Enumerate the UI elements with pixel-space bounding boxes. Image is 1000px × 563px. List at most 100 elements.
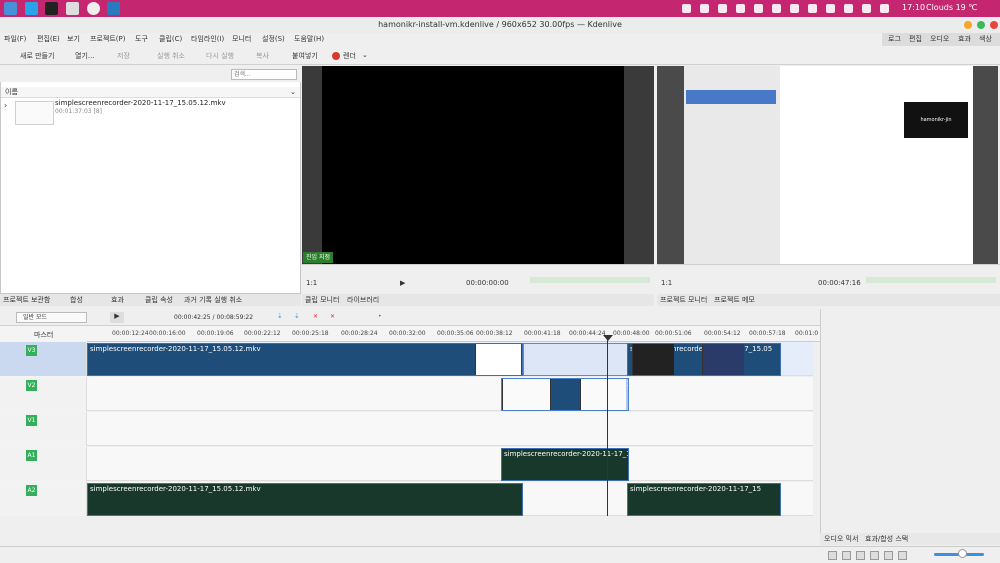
marker-icon[interactable]: • bbox=[378, 313, 382, 320]
paste-button[interactable]: 붙여넣기 bbox=[292, 51, 318, 61]
menu-clip[interactable]: 클립(C) bbox=[159, 34, 182, 44]
ruler-tick: 00:00:44:24 bbox=[569, 330, 606, 337]
tab-library[interactable]: 라이브러리 bbox=[347, 294, 379, 306]
camera-icon[interactable] bbox=[87, 2, 100, 15]
clip-monitor-timecode[interactable]: 00:00:00:00 bbox=[466, 279, 509, 287]
project-monitor-zoom[interactable]: 1:1 bbox=[661, 279, 672, 287]
tab-project-notes[interactable]: 프로젝트 메모 bbox=[714, 294, 755, 306]
track-a1[interactable]: A1 bbox=[0, 447, 813, 481]
menu-help[interactable]: 도움말(H) bbox=[294, 34, 324, 44]
marker-icon[interactable]: ✕ bbox=[330, 313, 335, 320]
volume-icon[interactable] bbox=[880, 4, 889, 13]
menu-edit[interactable]: 편집(E) bbox=[37, 34, 60, 44]
tray-icon[interactable] bbox=[844, 4, 853, 13]
folder-icon[interactable] bbox=[66, 2, 79, 15]
layout-log[interactable]: 로그 bbox=[884, 33, 905, 46]
redo-button[interactable]: 다시 실행 bbox=[206, 51, 234, 61]
menu-file[interactable]: 파일(F) bbox=[4, 34, 26, 44]
menu-monitor[interactable]: 모니터 bbox=[232, 34, 251, 44]
maximize-button[interactable] bbox=[977, 21, 985, 29]
track-v2[interactable]: V2 bbox=[0, 377, 813, 411]
tray-icon[interactable] bbox=[736, 4, 745, 13]
bird-app-icon[interactable] bbox=[25, 2, 38, 15]
status-icon[interactable] bbox=[856, 551, 865, 560]
tray-icon[interactable] bbox=[718, 4, 727, 13]
select-tool-icon[interactable]: ▶ bbox=[110, 312, 124, 323]
weather[interactable]: Clouds 19 ℃ bbox=[926, 3, 977, 12]
tab-effects[interactable]: 효과 bbox=[111, 294, 124, 306]
tab-clip-monitor[interactable]: 클립 모니터 bbox=[305, 294, 339, 306]
clip-monitor-zoom[interactable]: 1:1 bbox=[306, 279, 317, 287]
layout-edit[interactable]: 편집 bbox=[905, 33, 926, 46]
tray-icon[interactable] bbox=[682, 4, 691, 13]
timeline-gap[interactable] bbox=[523, 343, 628, 376]
render-button[interactable]: 렌더 bbox=[343, 51, 356, 61]
expand-icon[interactable]: › bbox=[4, 101, 7, 110]
tray-icon[interactable] bbox=[754, 4, 763, 13]
close-button[interactable] bbox=[990, 21, 998, 29]
menu-timeline[interactable]: 타임라인(I) bbox=[191, 34, 224, 44]
audio-clip[interactable]: simplescreenrecorder-2020-11-17_15.05 bbox=[501, 448, 629, 481]
shield-icon[interactable] bbox=[790, 4, 799, 13]
marker-icon[interactable]: ✕ bbox=[313, 313, 318, 320]
bin-search-input[interactable] bbox=[231, 69, 297, 80]
chevron-down-icon[interactable]: ⌄ bbox=[290, 87, 296, 98]
tray-icon[interactable] bbox=[700, 4, 709, 13]
timeline-ruler[interactable]: 00:00:12:24 00:00:16:00 00:00:19:06 00:0… bbox=[87, 326, 820, 342]
status-icon[interactable] bbox=[828, 551, 837, 560]
status-icon[interactable] bbox=[870, 551, 879, 560]
layout-audio[interactable]: 오디오 bbox=[926, 33, 953, 46]
audio-clip[interactable]: simplescreenrecorder-2020-11-17_15 bbox=[627, 483, 781, 516]
files-app-icon[interactable] bbox=[4, 2, 17, 15]
tab-project-bin[interactable]: 프로젝트 보관함 bbox=[3, 294, 50, 306]
menu-tools[interactable]: 도구 bbox=[135, 34, 148, 44]
zoom-slider-handle[interactable] bbox=[958, 549, 967, 558]
insert-icon[interactable]: ⇣ bbox=[277, 312, 283, 320]
audio-meter bbox=[866, 277, 996, 283]
status-icon[interactable] bbox=[898, 551, 907, 560]
new-button[interactable]: 새로 만들기 bbox=[20, 51, 54, 61]
undo-button[interactable]: 실행 취소 bbox=[157, 51, 185, 61]
open-button[interactable]: 열기... bbox=[75, 51, 95, 61]
clock[interactable]: 17:10 bbox=[902, 3, 925, 12]
playhead[interactable] bbox=[607, 338, 608, 516]
track-v1[interactable]: V1 bbox=[0, 412, 813, 446]
app-icon[interactable] bbox=[107, 2, 120, 15]
status-icon[interactable] bbox=[884, 551, 893, 560]
chevron-down-icon[interactable]: ⌄ bbox=[362, 51, 368, 59]
tray-icon[interactable] bbox=[772, 4, 781, 13]
tray-icon[interactable] bbox=[808, 4, 817, 13]
timeline-clip[interactable]: simplescreenrecorder-2020-11-17_15.05 bbox=[627, 343, 781, 376]
timeline-clip[interactable]: simplescreenrecorder-2020-11-17_15.05.12… bbox=[87, 343, 523, 376]
project-monitor-timecode[interactable]: 00:00:47:16 bbox=[818, 279, 861, 287]
layout-color[interactable]: 색상 bbox=[975, 33, 996, 46]
tab-clip-properties[interactable]: 클립 속성 bbox=[145, 294, 173, 306]
play-icon[interactable]: ▶ bbox=[400, 279, 405, 287]
timeline-position: 00:00:42:25 / 00:08:59:22 bbox=[174, 314, 254, 321]
tab-audio-mixer[interactable]: 오디오 믹서 bbox=[824, 533, 858, 545]
audio-clip[interactable]: simplescreenrecorder-2020-11-17_15.05.12… bbox=[87, 483, 523, 516]
save-button[interactable]: 저장 bbox=[117, 51, 130, 61]
status-icon[interactable] bbox=[842, 551, 851, 560]
timeline-clip-selected[interactable]: simplescreenrecorder-2020-11-17_15.05 bbox=[501, 378, 629, 411]
menu-view[interactable]: 보기 bbox=[67, 34, 80, 44]
bluetooth-icon[interactable] bbox=[826, 4, 835, 13]
clip-name[interactable]: simplescreenrecorder-2020-11-17_15.05.12… bbox=[55, 99, 226, 107]
tab-effect-stack[interactable]: 효과/합성 스택 bbox=[865, 533, 908, 545]
tab-compositions[interactable]: 합성 bbox=[70, 294, 83, 306]
battery-icon[interactable] bbox=[862, 4, 871, 13]
overwrite-icon[interactable]: ⇣ bbox=[294, 312, 300, 320]
edit-mode-select[interactable]: 일반 모드 bbox=[16, 312, 87, 323]
vm-preview: hamonikr-jin bbox=[904, 102, 968, 138]
copy-button[interactable]: 복사 bbox=[256, 51, 269, 61]
clip-thumbnail[interactable] bbox=[15, 101, 54, 125]
playhead-handle[interactable] bbox=[603, 335, 613, 341]
tab-undo-history[interactable]: 과거 기록 실행 취소 bbox=[184, 294, 242, 306]
clip-monitor-screen[interactable] bbox=[302, 66, 654, 264]
layout-effects[interactable]: 효과 bbox=[954, 33, 975, 46]
tab-project-monitor[interactable]: 프로젝트 모니터 bbox=[660, 294, 707, 306]
terminal-icon[interactable] bbox=[45, 2, 58, 15]
minimize-button[interactable] bbox=[964, 21, 972, 29]
menu-settings[interactable]: 설정(S) bbox=[262, 34, 285, 44]
menu-project[interactable]: 프로젝트(P) bbox=[90, 34, 125, 44]
